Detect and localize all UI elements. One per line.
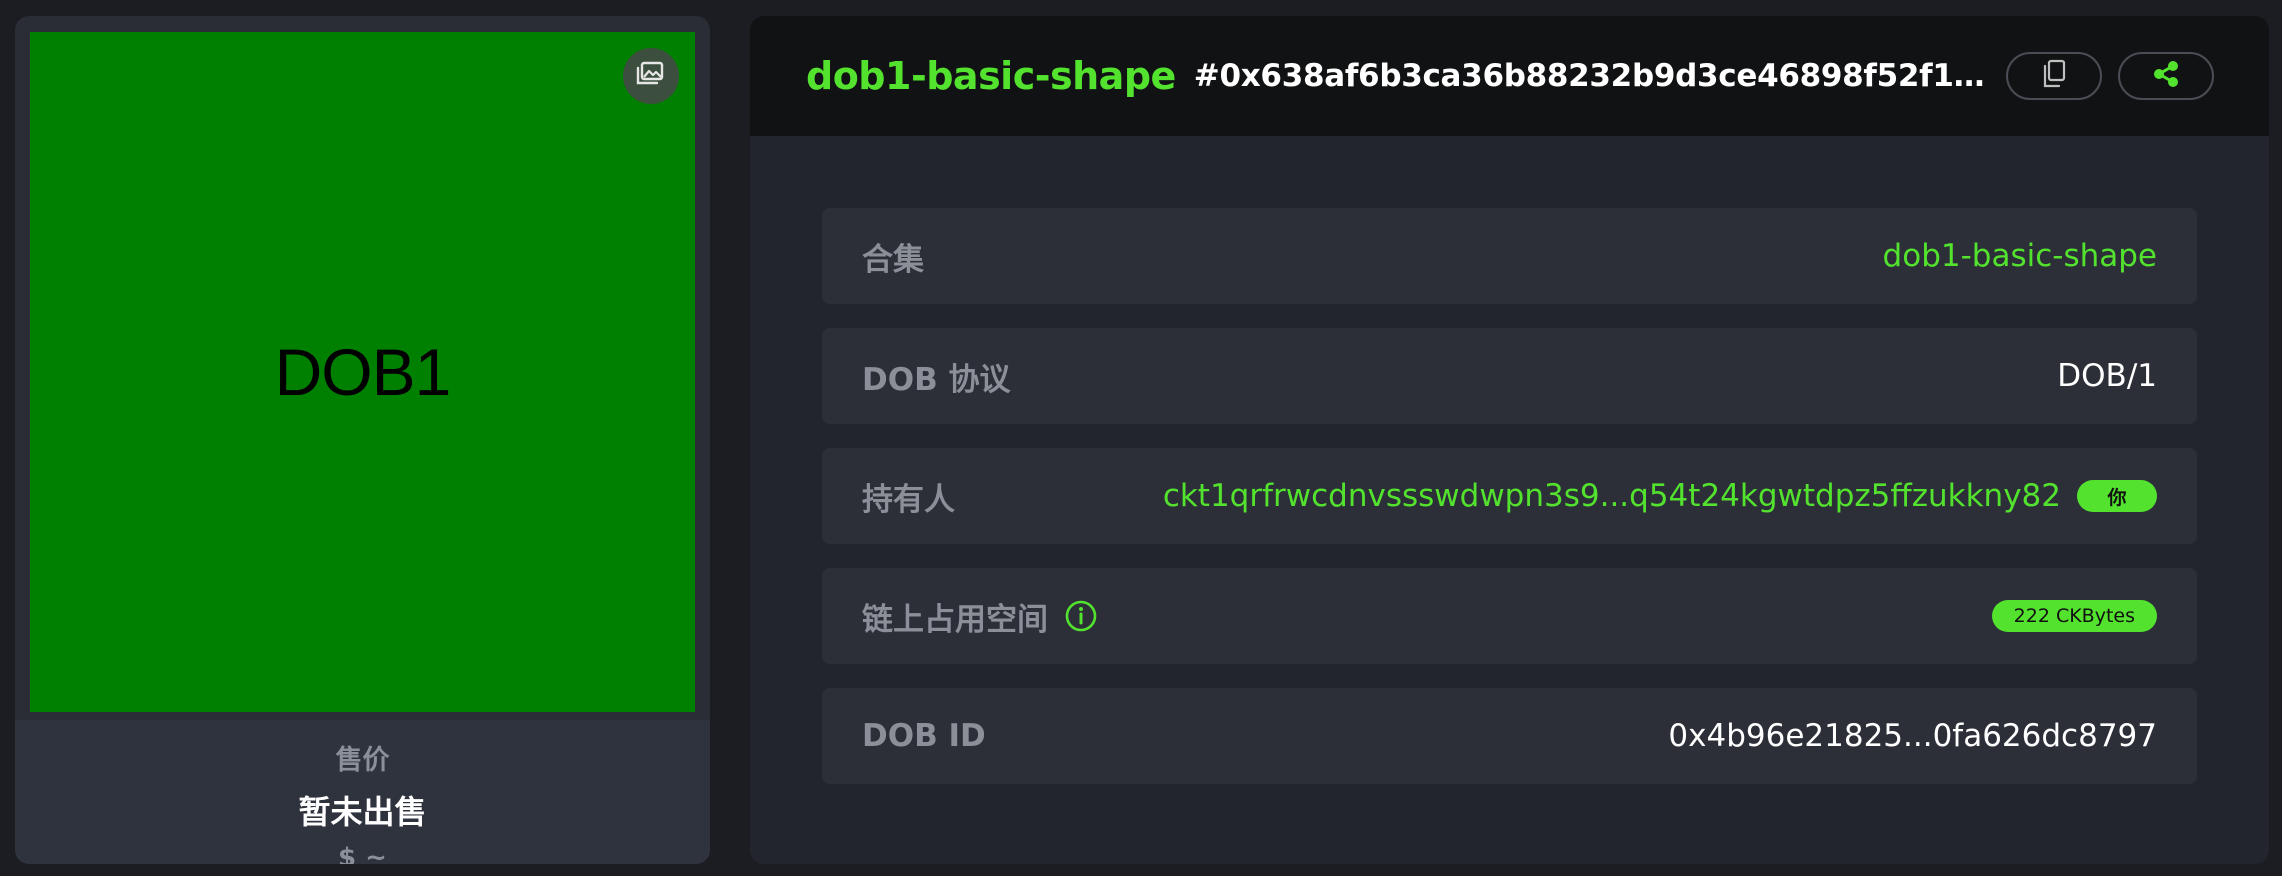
row-storage: 链上占用空间 222 CKBytes (822, 568, 2197, 664)
you-badge: 你 (2077, 480, 2157, 512)
details-header: dob1-basic-shape #0x638af6b3ca36b88232b9… (750, 16, 2269, 136)
collection-link[interactable]: dob1-basic-shape (1883, 238, 2157, 274)
price-section: 售价 暂未出售 $ ~ (15, 720, 710, 864)
price-value: 暂未出售 (298, 793, 427, 831)
protocol-value: DOB/1 (2057, 358, 2157, 394)
price-usd: $ ~ (338, 843, 387, 864)
copy-icon (2041, 59, 2067, 93)
row-collection: 合集 dob1-basic-shape (822, 208, 2197, 304)
row-dob-id: DOB ID 0x4b96e21825...0fa626dc8797 (822, 688, 2197, 784)
owner-address-link[interactable]: ckt1qrfrwcdnvssswdwpn3s9...q54t24kgwtdpz… (1163, 478, 2061, 514)
dob-id-label: DOB ID (862, 718, 986, 754)
storage-label: 链上占用空间 (862, 601, 1048, 638)
details-list: 合集 dob1-basic-shape DOB 协议 DOB/1 持有人 ckt… (822, 208, 2197, 784)
dob-id-title: #0x638af6b3ca36b88232b9d3ce46898f52f10b2… (1193, 58, 1994, 94)
share-button[interactable] (2118, 52, 2214, 100)
row-protocol: DOB 协议 DOB/1 (822, 328, 2197, 424)
collection-title[interactable]: dob1-basic-shape (806, 54, 1176, 98)
collection-label: 合集 (862, 241, 924, 278)
row-owner: 持有人 ckt1qrfrwcdnvssswdwpn3s9...q54t24kgw… (822, 448, 2197, 544)
gallery-button[interactable] (623, 48, 679, 104)
storage-badge: 222 CKBytes (1991, 600, 2157, 632)
copy-button[interactable] (2006, 52, 2102, 100)
info-icon[interactable] (1064, 599, 1098, 633)
dob-image-text: DOB1 (274, 335, 452, 409)
dob-preview-card: DOB1 售价 暂未出售 $ ~ (15, 16, 710, 864)
gallery-icon (636, 61, 666, 91)
dob-image: DOB1 (30, 32, 695, 712)
share-icon (2151, 59, 2181, 93)
dob-details-card: dob1-basic-shape #0x638af6b3ca36b88232b9… (750, 16, 2269, 864)
dob-id-value: 0x4b96e21825...0fa626dc8797 (1668, 718, 2157, 754)
protocol-label: DOB 协议 (862, 361, 1011, 398)
price-label: 售价 (335, 745, 390, 776)
owner-label: 持有人 (862, 481, 955, 518)
